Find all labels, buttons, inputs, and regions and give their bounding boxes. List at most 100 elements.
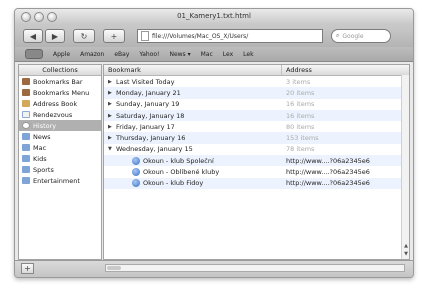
back-arrow-icon: ◀	[29, 31, 37, 41]
disclosure-triangle-icon[interactable]: ▶	[108, 113, 116, 119]
collection-label: Bookmarks Bar	[33, 77, 83, 86]
disclosure-triangle-icon[interactable]: ▶	[108, 124, 116, 130]
table-row[interactable]: Okoun - klub Společní http://www....?06a2…	[104, 155, 409, 167]
collection-label: News	[33, 132, 51, 141]
table-row[interactable]: Okoun - klub Fidoy http://www....?06a2345…	[104, 177, 409, 189]
table-row[interactable]: Okoun - Oblíbené kluby http://www....?06a…	[104, 166, 409, 177]
bookmarks-bar-link[interactable]: News ▾	[169, 51, 190, 58]
toolbar: ◀ ▶ ↻ + file:///Volumes/Mac_OS_X/Users/ …	[15, 25, 413, 47]
disclosure-triangle-open-icon[interactable]: ▼	[108, 146, 116, 152]
bookmark-cell: ▶ Saturday, January 18	[104, 112, 282, 120]
folder-icon	[22, 144, 30, 151]
address-cell: 16 items	[286, 111, 315, 120]
plus-icon: +	[110, 31, 118, 41]
add-bookmark-button[interactable]: +	[103, 29, 125, 43]
table-row[interactable]: ▶ Friday, January 17 80 items	[104, 121, 409, 132]
collection-label: Rendezvous	[33, 110, 73, 119]
globe-icon	[132, 179, 140, 188]
table-row[interactable]: ▶ Saturday, January 18 16 items	[104, 109, 409, 122]
address-cell: 3 items	[286, 77, 311, 86]
bookmarks-bar-link[interactable]: Lex	[223, 51, 233, 58]
history-icon	[22, 122, 30, 129]
title-bar: 01_Kamery1.txt.html	[15, 9, 413, 25]
address-cell: http://www....?06a2345e6	[286, 179, 370, 188]
disclosure-triangle-icon[interactable]: ▶	[108, 135, 116, 141]
collection-item-rendezvous[interactable]: Rendezvous	[19, 109, 101, 120]
folder-icon	[22, 177, 30, 184]
bookmark-cell: ▶ Sunday, January 19	[104, 100, 282, 108]
folder-icon	[22, 166, 30, 173]
search-field[interactable]: ⌕ Google	[331, 29, 391, 43]
bottom-bar: +	[15, 260, 413, 277]
bookmark-label: Thursday, January 16	[116, 134, 186, 143]
bookmarks-rows: ▶ Last Visited Today 3 items ▶ Monday, Janua…	[104, 76, 409, 189]
bookmarks-bar-link[interactable]: Amazon	[80, 51, 104, 58]
show-all-bookmarks-button[interactable]	[25, 49, 43, 59]
back-button[interactable]: ◀	[23, 29, 43, 43]
scroll-down-arrow-icon[interactable]: ▼	[404, 251, 408, 257]
search-icon: ⌕	[336, 32, 340, 39]
address-cell: 78 items	[286, 145, 315, 154]
scroll-up-arrow-icon[interactable]: ▲	[404, 243, 408, 249]
collections-pane: Collections Bookmarks Bar Bookmarks Menu…	[18, 64, 102, 260]
bookmark-cell: Okoun - klub Fidoy	[104, 179, 282, 188]
column-header-address[interactable]: Address	[282, 65, 312, 75]
bookmark-label: Okoun - klub Fidoy	[143, 179, 204, 188]
horizontal-scrollbar[interactable]	[105, 264, 405, 272]
address-text: file:///Volumes/Mac_OS_X/Users/	[152, 32, 249, 40]
bookmark-cell: Okoun - Oblíbené kluby	[104, 168, 282, 177]
collection-item-bookmarks-bar[interactable]: Bookmarks Bar	[19, 76, 101, 87]
collection-item-news[interactable]: News	[19, 131, 101, 142]
column-header-bookmark[interactable]: Bookmark	[104, 65, 282, 75]
bookmark-cell: Okoun - klub Společní	[104, 156, 282, 165]
bookmarks-bar-link[interactable]: eBay	[114, 51, 129, 58]
address-field[interactable]: file:///Volumes/Mac_OS_X/Users/	[137, 29, 323, 43]
bookmark-cell: ▶ Friday, January 17	[104, 123, 282, 131]
add-collection-button[interactable]: +	[21, 263, 34, 274]
disclosure-triangle-icon[interactable]: ▶	[108, 101, 116, 107]
collections-header[interactable]: Collections	[19, 65, 101, 76]
bookmarks-table-header: Bookmark Address	[104, 65, 409, 76]
table-row[interactable]: ▶ Last Visited Today 3 items	[104, 76, 409, 87]
collection-label: Kids	[33, 154, 47, 163]
folder-icon	[22, 133, 30, 140]
table-row[interactable]: ▼ Wednesday, January 15 78 items	[104, 144, 409, 155]
reload-button[interactable]: ↻	[73, 29, 95, 43]
address-cell: 80 items	[286, 122, 315, 131]
collection-label: Bookmarks Menu	[33, 88, 90, 97]
collection-item-mac[interactable]: Mac	[19, 142, 101, 153]
collection-item-address-book[interactable]: Address Book	[19, 98, 101, 109]
book-icon	[22, 89, 30, 96]
disclosure-triangle-icon[interactable]: ▶	[108, 90, 116, 96]
vertical-scrollbar[interactable]: ▲ ▼	[401, 75, 409, 259]
book-icon	[22, 78, 30, 85]
collection-item-entertainment[interactable]: Entertainment	[19, 175, 101, 186]
bookmarks-bar-link[interactable]: Apple	[53, 51, 70, 58]
address-cell: 153 items	[286, 134, 319, 143]
table-row[interactable]: ▶ Thursday, January 16 153 items	[104, 132, 409, 144]
collection-label: Entertainment	[33, 176, 80, 185]
reload-icon: ↻	[80, 31, 88, 41]
plus-icon: +	[24, 264, 31, 273]
collection-label: Address Book	[33, 99, 78, 108]
search-placeholder: Google	[342, 32, 364, 40]
bookmarks-bar-link[interactable]: Mac	[201, 51, 213, 58]
table-row[interactable]: ▶ Sunday, January 19 16 items	[104, 99, 409, 110]
collection-item-history[interactable]: History	[19, 120, 101, 131]
scrollbar-thumb[interactable]	[107, 266, 121, 270]
address-cell: http://www....?06a2345e6	[286, 156, 370, 165]
bookmark-cell: ▶ Monday, January 21	[104, 89, 282, 97]
bookmarks-bar-link[interactable]: Lek	[243, 51, 253, 58]
collection-label: History	[33, 121, 57, 130]
address-cell: 16 items	[286, 100, 315, 109]
rss-icon	[22, 111, 30, 118]
address-cell: http://www....?06a2345e6	[286, 168, 370, 177]
forward-button[interactable]: ▶	[45, 29, 65, 43]
disclosure-triangle-icon[interactable]: ▶	[108, 79, 116, 85]
globe-icon	[132, 156, 140, 165]
bookmarks-bar-link[interactable]: Yahoo!	[139, 51, 159, 58]
collection-item-bookmarks-menu[interactable]: Bookmarks Menu	[19, 87, 101, 98]
table-row[interactable]: ▶ Monday, January 21 20 items	[104, 87, 409, 99]
collection-item-kids[interactable]: Kids	[19, 153, 101, 164]
collection-item-sports[interactable]: Sports	[19, 164, 101, 175]
